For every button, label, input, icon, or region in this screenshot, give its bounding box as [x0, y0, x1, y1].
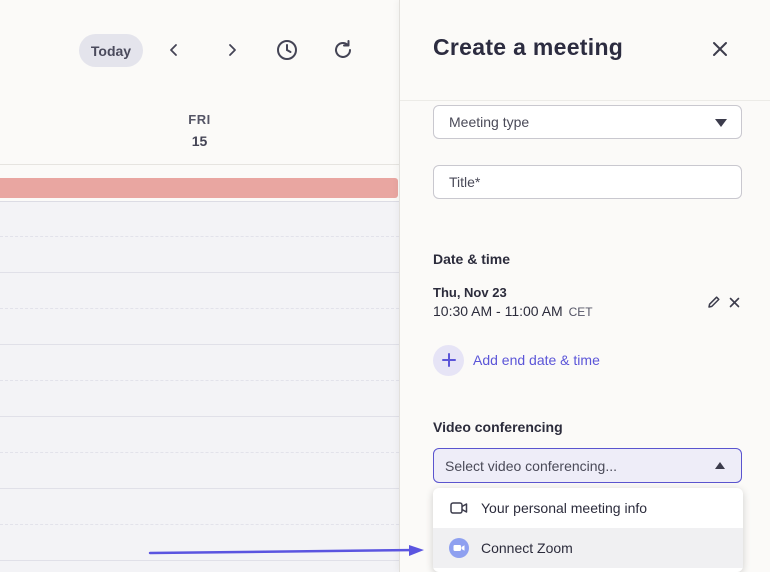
time-grid[interactable]: [0, 201, 399, 572]
calendar-event[interactable]: [0, 178, 398, 198]
timezone: CET: [568, 305, 593, 319]
title-placeholder: Title*: [449, 174, 481, 190]
caret-down-icon: [715, 119, 727, 127]
video-camera-icon: [449, 498, 469, 518]
option-label: Your personal meeting info: [481, 500, 648, 516]
video-conferencing-heading: Video conferencing: [433, 419, 563, 435]
remove-date-icon[interactable]: [725, 293, 743, 311]
chevron-left-icon[interactable]: [160, 36, 188, 64]
grid-line: [0, 236, 399, 237]
grid-line: [0, 380, 399, 381]
date-time-heading: Date & time: [433, 251, 511, 267]
plus-icon: [433, 344, 464, 376]
video-options-dropdown: Your personal meeting info Connect Zoom: [433, 488, 743, 572]
calendar-view: Today FRI 15: [0, 0, 399, 572]
refresh-icon[interactable]: [329, 36, 357, 64]
zoom-icon: [449, 538, 469, 558]
clock-icon[interactable]: [273, 36, 301, 64]
grid-line: [0, 416, 399, 417]
add-end-date-button[interactable]: Add end date & time: [433, 344, 600, 376]
grid-line: [0, 272, 399, 273]
grid-line: [0, 344, 399, 345]
grid-line: [0, 560, 399, 561]
title-input[interactable]: Title*: [433, 165, 742, 199]
create-meeting-panel: Create a meeting Meeting type Title* Dat…: [399, 0, 770, 572]
video-select-placeholder: Select video conferencing...: [445, 457, 617, 474]
day-name: FRI: [188, 112, 211, 127]
grid-line: [0, 452, 399, 453]
meeting-type-select[interactable]: Meeting type: [433, 105, 742, 139]
option-label: Connect Zoom: [481, 540, 573, 556]
panel-title: Create a meeting: [433, 34, 624, 60]
meeting-date: Thu, Nov 23: [433, 285, 507, 300]
grid-line: [0, 524, 399, 525]
grid-line: [0, 308, 399, 309]
divider: [400, 100, 770, 101]
option-connect-zoom[interactable]: Connect Zoom: [433, 528, 743, 568]
today-button[interactable]: Today: [79, 34, 143, 67]
pencil-icon[interactable]: [705, 293, 723, 311]
grid-line: [0, 488, 399, 489]
option-personal-meeting[interactable]: Your personal meeting info: [433, 488, 743, 528]
meeting-type-label: Meeting type: [449, 114, 530, 130]
chevron-right-icon[interactable]: [218, 36, 246, 64]
meeting-time: 10:30 AM - 11:00 AM CET: [433, 303, 593, 319]
add-end-label: Add end date & time: [473, 352, 600, 368]
day-number: 15: [191, 133, 208, 149]
caret-up-icon: [715, 462, 725, 469]
calendar-toolbar: Today: [0, 0, 399, 100]
video-conferencing-select[interactable]: Select video conferencing...: [433, 448, 742, 483]
time-range: 10:30 AM - 11:00 AM: [433, 303, 563, 319]
close-icon[interactable]: [705, 35, 735, 63]
